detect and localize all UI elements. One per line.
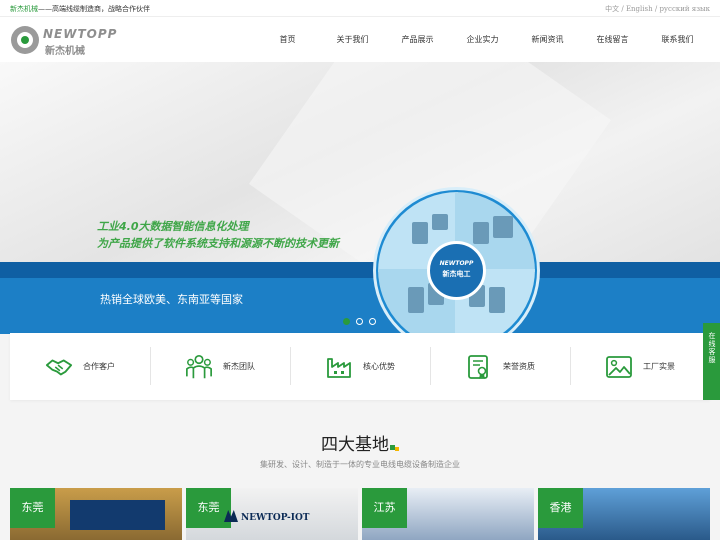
- language-switcher: 中文 / English / русский язык: [605, 4, 710, 14]
- feature-factory[interactable]: 工厂实景: [570, 333, 710, 400]
- bases-gallery: 东莞 东莞 NEWTOP-IOT 江苏 香港: [10, 488, 710, 540]
- feature-team[interactable]: 新杰团队: [150, 333, 290, 400]
- banner-headline: 工业4.0大数据智能信息化处理 为产品提供了软件系统支持和源源不断的技术更新: [97, 218, 339, 252]
- factory-icon: [325, 354, 353, 380]
- nav-home[interactable]: 首页: [255, 17, 320, 62]
- carousel-dot-3[interactable]: [369, 318, 376, 325]
- top-bar: 新杰机械——高端线缆制造商，战略合作伙伴 中文 / English / русс…: [0, 0, 720, 17]
- site-logo[interactable]: NEWTOPP 新杰机械: [11, 26, 126, 57]
- banner-center-logo: NEWTOPP 新杰电工: [427, 241, 486, 300]
- newtop-iot-sign: NEWTOP-IOT: [224, 510, 310, 523]
- feature-label: 工厂实景: [643, 362, 675, 371]
- feature-label: 合作客户: [83, 362, 115, 371]
- nav-contact[interactable]: 联系我们: [645, 17, 710, 62]
- newtop-iot-text: NEWTOP-IOT: [241, 513, 310, 523]
- base-card-jiangsu[interactable]: 江苏: [362, 488, 534, 540]
- lang-separator: /: [619, 5, 626, 13]
- main-nav: 首页 关于我们 产品展示 企业实力 新闻资讯 在线留言 联系我们: [255, 17, 710, 62]
- feature-label: 核心优势: [363, 362, 395, 371]
- banner-headline-line2: 为产品提供了软件系统支持和源源不断的技术更新: [97, 237, 339, 250]
- base-tag: 东莞: [10, 488, 55, 528]
- handshake-icon: [45, 354, 73, 380]
- top-slogan: 新杰机械——高端线缆制造商，战略合作伙伴: [10, 4, 150, 14]
- base-tag: 香港: [538, 488, 583, 528]
- image-icon: [605, 354, 633, 380]
- features-bar: 合作客户 新杰团队 核心优势 荣誉资质 工厂实景: [10, 333, 710, 400]
- nav-products[interactable]: 产品展示: [385, 17, 450, 62]
- carousel-dot-1[interactable]: [343, 318, 350, 325]
- base-card-hongkong[interactable]: 香港: [538, 488, 710, 540]
- banner-dark-stripe: [0, 262, 720, 278]
- center-logo-cn: 新杰电工: [442, 270, 471, 278]
- hero-banner[interactable]: 工业4.0大数据智能信息化处理 为产品提供了软件系统支持和源源不断的技术更新 热…: [0, 62, 720, 334]
- feature-label: 新杰团队: [223, 362, 255, 371]
- lang-chinese[interactable]: 中文: [605, 5, 619, 13]
- site-header: NEWTOPP 新杰机械 首页 关于我们 产品展示 企业实力 新闻资讯 在线留言…: [0, 17, 720, 62]
- lang-english[interactable]: English: [626, 5, 653, 13]
- section-subtitle: 集研发、设计、制造于一体的专业电线电缆设备制造企业: [260, 460, 460, 469]
- section-title-text: 四大基地: [321, 435, 389, 455]
- feature-honors[interactable]: 荣誉资质: [430, 333, 570, 400]
- feature-customers[interactable]: 合作客户: [10, 333, 150, 400]
- section-title: 四大基地: [0, 430, 720, 455]
- office-sign-photo: [70, 500, 165, 530]
- online-service-label: 在线客服: [708, 332, 716, 364]
- team-icon: [185, 354, 213, 380]
- top-slogan-text: ——高端线缆制造商，战略合作伙伴: [38, 5, 150, 13]
- banner-subline: 热销全球欧美、东南亚等国家: [100, 293, 243, 306]
- logo-text-en: NEWTOPP: [43, 27, 118, 41]
- online-service-button[interactable]: 在线客服: [703, 323, 720, 400]
- carousel-dot-2[interactable]: [356, 318, 363, 325]
- feature-label: 荣誉资质: [503, 362, 535, 371]
- banner-headline-line1: 工业4.0大数据智能信息化处理: [97, 220, 249, 233]
- feature-advantage[interactable]: 核心优势: [290, 333, 430, 400]
- logo-text-cn: 新杰机械: [45, 46, 85, 57]
- newtop-logo-icon: [224, 510, 238, 522]
- title-accent-square: [395, 447, 399, 451]
- nav-message[interactable]: 在线留言: [580, 17, 645, 62]
- nav-news[interactable]: 新闻资讯: [515, 17, 580, 62]
- nav-about[interactable]: 关于我们: [320, 17, 385, 62]
- base-card-dongguan-2[interactable]: 东莞 NEWTOP-IOT: [186, 488, 358, 540]
- lang-russian[interactable]: русский язык: [659, 5, 710, 13]
- center-logo-en: NEWTOPP: [439, 260, 474, 267]
- base-tag: 江苏: [362, 488, 407, 528]
- base-card-dongguan-1[interactable]: 东莞: [10, 488, 182, 540]
- logo-mark-icon: [11, 26, 39, 54]
- top-brand: 新杰机械: [10, 5, 38, 13]
- nav-strength[interactable]: 企业实力: [450, 17, 515, 62]
- certificate-icon: [465, 354, 493, 380]
- carousel-dots: [343, 318, 376, 325]
